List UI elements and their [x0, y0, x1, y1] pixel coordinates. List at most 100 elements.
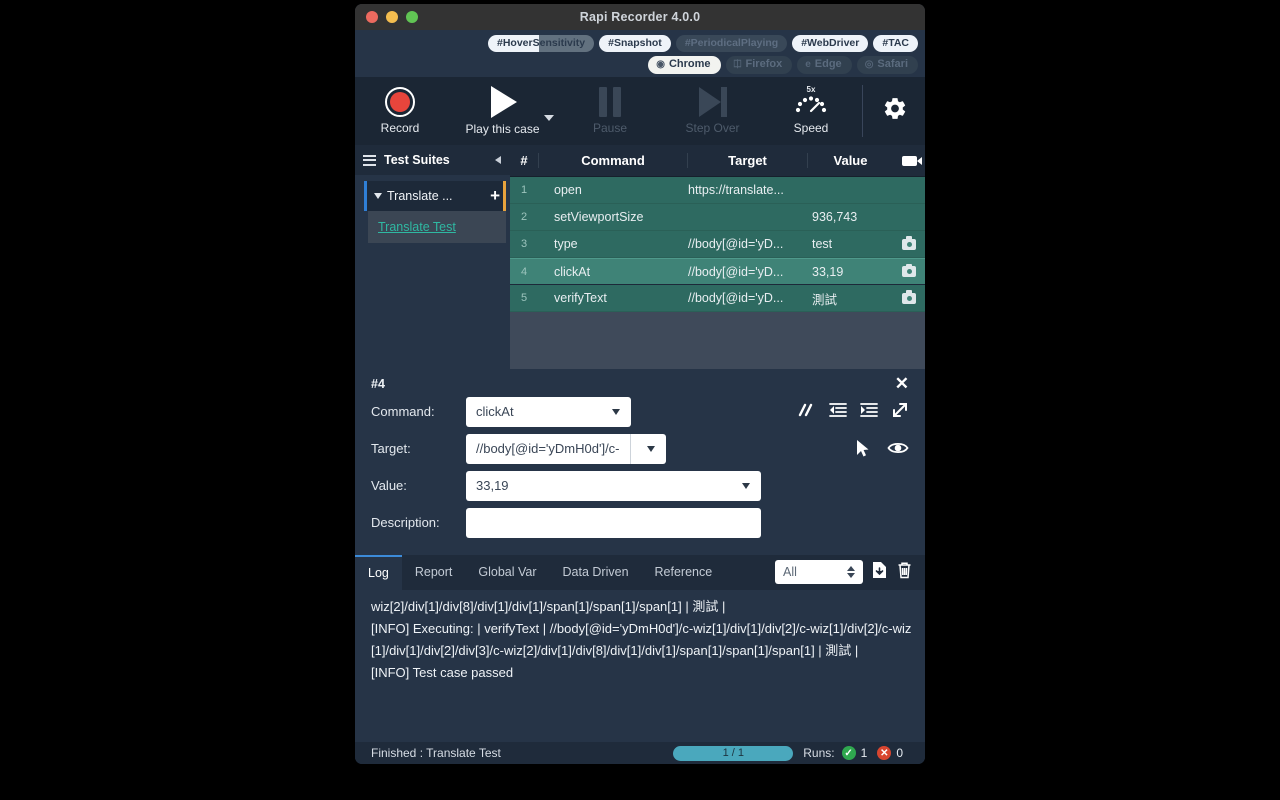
target-input[interactable] [466, 433, 631, 464]
settings-button[interactable] [882, 96, 908, 127]
close-window-button[interactable] [366, 11, 378, 23]
row-value: test [812, 237, 833, 251]
outdent-icon[interactable] [829, 402, 847, 423]
browser-safari-button[interactable]: ◎ Safari [856, 56, 918, 74]
target-dropdown-button[interactable] [631, 433, 666, 464]
minimize-window-button[interactable] [386, 11, 398, 23]
window-controls [366, 11, 418, 23]
speed-button[interactable]: 5x Speed [765, 77, 857, 145]
browser-chrome-button[interactable]: ◉ Chrome [648, 56, 721, 74]
suite-row[interactable]: Translate ... + [364, 181, 506, 211]
title-bar: Rapi Recorder 4.0.0 [355, 4, 925, 30]
feature-tag-bar: #HoverSensitivity #Snapshot #PeriodicalP… [355, 30, 925, 77]
log-output[interactable]: wiz[2]/div[1]/div[8]/div[1]/div[1]/span[… [355, 590, 925, 743]
safari-icon: ◎ [864, 58, 874, 70]
comment-slashes-icon[interactable] [796, 402, 816, 423]
row-command: setViewportSize [554, 210, 644, 224]
command-select[interactable] [466, 396, 631, 427]
table-row[interactable]: 5 verifyText //body[@id='yD... 測試 [510, 285, 925, 312]
table-row[interactable]: 1 open https://translate... [510, 177, 925, 204]
chevron-down-icon[interactable] [374, 193, 382, 199]
detail-index-label: #4 [371, 376, 385, 391]
pill-hover-sensitivity[interactable]: #HoverSensitivity [488, 35, 595, 52]
zoom-window-button[interactable] [406, 11, 418, 23]
test-case-link[interactable]: Translate Test [378, 220, 456, 234]
row-camera-cell[interactable] [893, 290, 925, 304]
log-line: wiz[2]/div[1]/div[8]/div[1]/div[1]/span[… [371, 598, 726, 614]
step-over-label: Step Over [685, 121, 740, 135]
passed-badge-icon: ✓ [841, 746, 856, 760]
header-camera [893, 155, 925, 166]
browser-firefox-label: Firefox [745, 58, 783, 70]
failed-badge-icon: ✕ [877, 746, 892, 760]
play-icon [491, 86, 517, 118]
log-panel: Log Report Global Var Data Driven Refere… [355, 554, 925, 743]
target-field-row: Target: [371, 433, 909, 464]
log-line: [INFO] Executing: | verifyText | //body[… [371, 620, 912, 658]
log-filter-wrap [775, 560, 863, 584]
value-select-wrap [466, 470, 761, 501]
browser-edge-button[interactable]: e Edge [797, 56, 852, 74]
record-button[interactable]: Record [355, 77, 445, 145]
indent-icon[interactable] [860, 402, 878, 423]
row-target: //body[@id='yD... [688, 264, 784, 279]
play-options-chevron-down-icon[interactable] [544, 115, 554, 121]
pause-button[interactable]: Pause [560, 77, 660, 145]
runs-label: Runs: [803, 746, 835, 760]
pill-tac[interactable]: #TAC [873, 35, 918, 52]
window-title: Rapi Recorder 4.0.0 [579, 10, 701, 24]
row-value: 936,743 [812, 210, 858, 224]
chevron-left-icon[interactable] [495, 156, 501, 164]
screenshot-icon[interactable] [902, 263, 916, 277]
command-detail-editor: #4 ✕ Command: Target: Value: [355, 368, 925, 555]
test-suites-title: Test Suites [384, 153, 450, 167]
row-camera-cell[interactable] [893, 236, 925, 250]
add-test-case-button[interactable]: + [490, 187, 503, 204]
tab-reference[interactable]: Reference [642, 555, 726, 590]
header-command: Command [538, 153, 688, 168]
value-field-row: Value: [371, 470, 909, 501]
command-select-wrap [466, 396, 631, 427]
step-over-button[interactable]: Step Over [660, 77, 765, 145]
tab-data-driven[interactable]: Data Driven [550, 555, 642, 590]
description-input[interactable] [466, 507, 761, 538]
row-num: 1 [520, 184, 528, 196]
screenshot-icon[interactable] [902, 290, 916, 304]
row-command: open [554, 183, 582, 197]
table-row[interactable]: 2 setViewportSize 936,743 [510, 204, 925, 231]
toolbar-divider [862, 85, 863, 137]
table-row[interactable]: 4 clickAt //body[@id='yD... 33,19 [510, 258, 925, 285]
play-button[interactable]: Play this case [445, 77, 560, 145]
eye-icon[interactable] [887, 440, 909, 461]
test-case-row[interactable]: Translate Test [368, 211, 506, 243]
hamburger-icon[interactable] [363, 154, 376, 166]
value-input[interactable] [466, 470, 761, 501]
cursor-select-icon[interactable] [855, 439, 870, 463]
tab-global-var[interactable]: Global Var [465, 555, 549, 590]
test-suites-sidebar: Test Suites Translate ... + Translate Te… [355, 145, 510, 369]
gear-icon [884, 98, 906, 119]
row-value: 33,19 [812, 264, 844, 279]
close-icon[interactable]: ✕ [895, 375, 909, 392]
row-num: 5 [520, 292, 528, 304]
row-camera-cell[interactable] [893, 263, 925, 277]
tab-log[interactable]: Log [355, 554, 402, 590]
status-bar: Finished : Translate Test 1 / 1 Runs: ✓ … [355, 742, 925, 764]
pill-snapshot[interactable]: #Snapshot [599, 35, 671, 52]
tab-report[interactable]: Report [402, 555, 466, 590]
detail-icon-group [796, 401, 909, 424]
record-label: Record [380, 121, 420, 135]
expand-icon[interactable] [891, 401, 909, 424]
trash-icon[interactable] [896, 561, 913, 584]
pill-webdriver[interactable]: #WebDriver [792, 35, 869, 52]
browser-pill-row: ◉ Chrome ⎅ Firefox e Edge ◎ Safari [360, 56, 920, 74]
screenshot-icon[interactable] [902, 236, 916, 250]
log-filter-select[interactable] [775, 560, 863, 584]
log-line: [INFO] Test case passed [371, 664, 514, 680]
browser-firefox-button[interactable]: ⎅ Firefox [725, 56, 793, 74]
download-icon[interactable] [871, 561, 888, 584]
row-command: verifyText [554, 291, 607, 305]
speed-icon: 5x [791, 85, 831, 117]
pill-periodical-playing[interactable]: #PeriodicalPlaying [675, 35, 788, 52]
table-row[interactable]: 3 type //body[@id='yD... test [510, 231, 925, 258]
